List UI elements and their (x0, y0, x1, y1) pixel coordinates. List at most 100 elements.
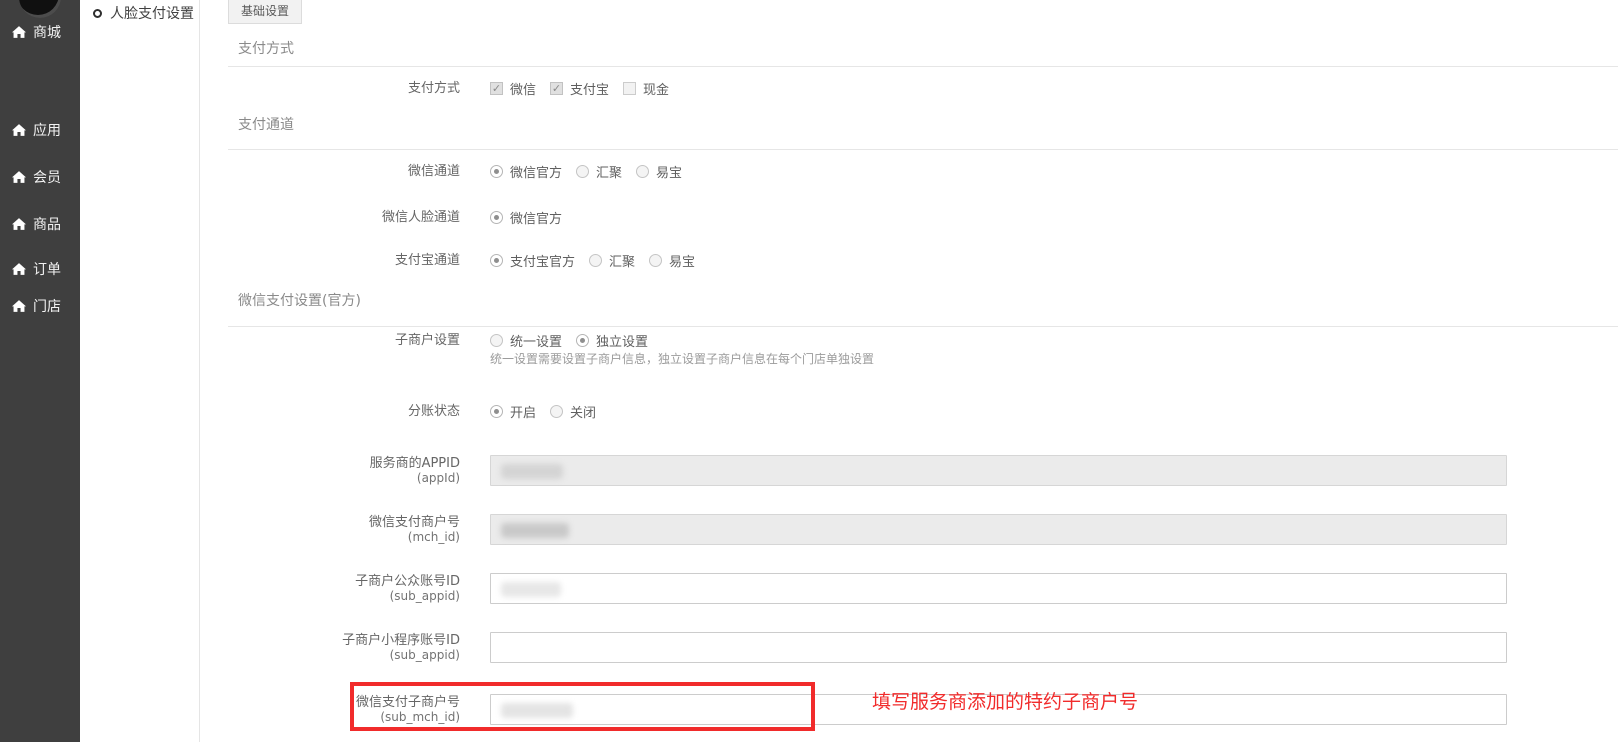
home-icon (12, 218, 26, 230)
provider-appid-input (490, 455, 1507, 486)
option-label: 开启 (510, 402, 536, 421)
radio-option-huiju[interactable]: 汇聚 (589, 251, 635, 270)
home-icon (12, 26, 26, 38)
form-row-sub-appid-public: 子商户公众账号ID (sub_appid) (200, 573, 1618, 604)
radio-option-unified-setting[interactable]: 统一设置 (490, 331, 562, 350)
redacted-value (501, 523, 569, 538)
option-label: 汇聚 (596, 162, 622, 181)
sidebar-item-label: 门店 (33, 296, 61, 316)
radio-option-disabled[interactable]: 关闭 (550, 402, 596, 421)
home-icon (12, 300, 26, 312)
option-label: 微信官方 (510, 208, 562, 227)
sub-appid-public-input[interactable] (490, 573, 1507, 604)
sidebar-item-label: 商品 (33, 214, 61, 234)
sidebar-item-label: 会员 (33, 167, 61, 187)
checkbox-unchecked-icon[interactable] (623, 82, 636, 95)
field-label: 子商户小程序账号ID (sub_appid) (200, 633, 460, 663)
radio-selected-icon[interactable] (490, 211, 503, 224)
sidebar-item-stores[interactable]: 门店 (0, 296, 80, 316)
app-logo[interactable] (19, 0, 61, 18)
form-row-wechat-mch-id: 微信支付商户号 (mch_id) (200, 514, 1618, 545)
form-row-sub-appid-miniprogram: 子商户小程序账号ID (sub_appid) (200, 632, 1618, 663)
redacted-value (501, 703, 573, 718)
section-title-wechat-pay-settings: 微信支付设置(官方) (238, 290, 361, 310)
submenu-item-label: 人脸支付设置 (110, 3, 194, 23)
option-label: 汇聚 (609, 251, 635, 270)
option-label: 微信 (510, 79, 536, 98)
radio-unselected-icon[interactable] (649, 254, 662, 267)
field-label: 微信支付子商户号 (sub_mch_id) (200, 695, 460, 725)
circle-outline-icon (93, 9, 102, 18)
sidebar-item-members[interactable]: 会员 (0, 167, 80, 187)
sidebar-item-apps[interactable]: 应用 (0, 120, 80, 140)
field-label: 子商户设置 (200, 333, 460, 348)
radio-option-yibao[interactable]: 易宝 (636, 162, 682, 181)
field-label: 微信通道 (200, 164, 460, 179)
field-label: 子商户公众账号ID (sub_appid) (200, 574, 460, 604)
radio-option-wechat-official[interactable]: 微信官方 (490, 162, 562, 181)
form-row-split-status: 分账状态 开启 关闭 (200, 401, 1618, 421)
radio-unselected-icon[interactable] (636, 165, 649, 178)
radio-option-alipay-official[interactable]: 支付宝官方 (490, 251, 575, 270)
home-icon (12, 263, 26, 275)
redacted-value (501, 582, 561, 597)
field-sublabel: (sub_appid) (200, 589, 460, 604)
sidebar-item-label: 订单 (33, 259, 61, 279)
radio-unselected-icon[interactable] (589, 254, 602, 267)
option-label: 关闭 (570, 402, 596, 421)
radio-unselected-icon[interactable] (490, 334, 503, 347)
field-label: 服务商的APPID (appId) (200, 456, 460, 486)
radio-option-huiju[interactable]: 汇聚 (576, 162, 622, 181)
radio-option-independent-setting[interactable]: 独立设置 (576, 331, 648, 350)
section-title-pay-channels: 支付通道 (238, 114, 294, 134)
option-label: 现金 (643, 79, 669, 98)
option-label: 易宝 (669, 251, 695, 270)
radio-selected-icon[interactable] (490, 254, 503, 267)
field-label: 支付宝通道 (200, 253, 460, 268)
field-sublabel: (sub_mch_id) (200, 710, 460, 725)
field-sublabel: (sub_appid) (200, 648, 460, 663)
radio-unselected-icon[interactable] (576, 165, 589, 178)
option-label: 微信官方 (510, 162, 562, 181)
sub-appid-miniprogram-input[interactable] (490, 632, 1507, 663)
radio-unselected-icon[interactable] (550, 405, 563, 418)
checkbox-checked-icon[interactable]: ✓ (490, 82, 503, 95)
form-row-alipay-channel: 支付宝通道 支付宝官方 汇聚 易宝 (200, 250, 1618, 270)
divider (228, 66, 1618, 67)
radio-option-wechat-official[interactable]: 微信官方 (490, 208, 562, 227)
field-label: 微信人脸通道 (200, 210, 460, 225)
option-label: 支付宝官方 (510, 251, 575, 270)
field-label: 支付方式 (200, 81, 460, 96)
radio-option-yibao[interactable]: 易宝 (649, 251, 695, 270)
annotation-text: 填写服务商添加的特约子商户号 (872, 687, 1138, 714)
checkbox-option-alipay[interactable]: ✓ 支付宝 (550, 79, 609, 98)
form-row-wechat-face-channel: 微信人脸通道 微信官方 (200, 207, 1618, 227)
option-label: 独立设置 (596, 331, 648, 350)
checkbox-option-cash[interactable]: 现金 (623, 79, 669, 98)
redacted-value (501, 464, 563, 479)
sidebar-item-mall[interactable]: 商城 (0, 22, 80, 42)
radio-selected-icon[interactable] (490, 405, 503, 418)
sidebar-item-label: 商城 (33, 22, 61, 42)
tab-basic-settings[interactable]: 基础设置 (228, 0, 302, 24)
radio-option-enabled[interactable]: 开启 (490, 402, 536, 421)
sidebar-item-orders[interactable]: 订单 (0, 259, 80, 279)
form-row-pay-methods: 支付方式 ✓ 微信 ✓ 支付宝 现金 (200, 78, 1618, 98)
checkbox-checked-icon[interactable]: ✓ (550, 82, 563, 95)
radio-selected-icon[interactable] (576, 334, 589, 347)
field-label: 微信支付商户号 (mch_id) (200, 515, 460, 545)
field-sublabel: (appId) (200, 471, 460, 486)
sidebar-item-label: 应用 (33, 120, 61, 140)
checkbox-option-wechat[interactable]: ✓ 微信 (490, 79, 536, 98)
option-label: 易宝 (656, 162, 682, 181)
sidebar-item-goods[interactable]: 商品 (0, 214, 80, 234)
option-label: 支付宝 (570, 79, 609, 98)
sub-merchant-mode-hint: 统一设置需要设置子商户信息，独立设置子商户信息在每个门店单独设置 (490, 350, 874, 367)
divider (228, 326, 1618, 327)
form-row-provider-appid: 服务商的APPID (appId) (200, 455, 1618, 486)
radio-selected-icon[interactable] (490, 165, 503, 178)
secondary-sidebar: 人脸支付设置 (80, 0, 200, 742)
option-label: 统一设置 (510, 331, 562, 350)
field-sublabel: (mch_id) (200, 530, 460, 545)
submenu-item-face-pay-settings[interactable]: 人脸支付设置 (93, 3, 194, 23)
